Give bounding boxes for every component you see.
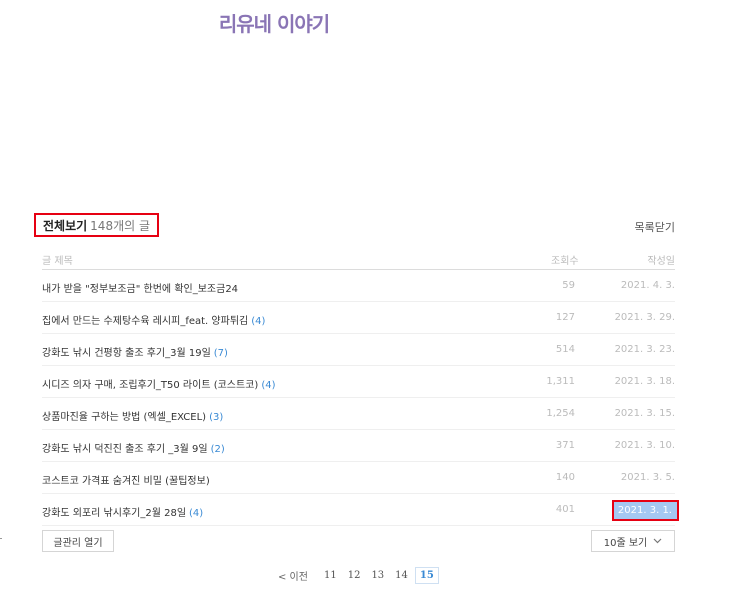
post-views: 140 [555,472,575,483]
post-date: 2021. 3. 15. [614,408,675,419]
rows-per-page-label: 10줄 보기 [603,537,648,549]
post-views: 1,254 [546,408,575,419]
comment-count[interactable]: (4) [261,380,275,391]
table-row: 강화도 외포리 낚시후기_2월 28일 (4) 401 2021. 3. 1. [42,494,679,526]
post-date: 2021. 3. 10. [614,440,675,451]
page-link[interactable]: 12 [348,570,361,581]
post-title[interactable]: 집에서 만드는 수제탕수육 레시피_feat. 양파튀김 [42,316,248,327]
view-all-label[interactable]: 전체보기 [43,217,87,234]
rows-per-page-select[interactable]: 10줄 보기 [591,530,675,552]
post-list: 내가 받을 "정부보조금" 한번에 확인_보조금24 59 2021. 4. 3… [42,270,679,526]
post-views: 514 [555,344,575,355]
post-title-link[interactable]: 강화도 낚시 덕진진 출조 후기 _3월 9일 (2) [42,440,225,455]
post-count: 148개의 글 [90,218,151,233]
post-date-selected: 2021. 3. 1. [611,500,679,521]
post-title[interactable]: 시디즈 의자 구매, 조립후기_T50 라이트 (코스트코) [42,380,258,391]
table-row: 상품마진율 구하는 방법 (엑셀_EXCEL) (3) 1,254 2021. 3… [42,398,675,430]
post-title[interactable]: 코스트코 가격표 숨겨진 비밀 (꿀팁정보) [42,476,210,487]
page-link[interactable]: 11 [324,570,337,581]
post-title-link[interactable]: 집에서 만드는 수제탕수육 레시피_feat. 양파튀김 (4) [42,312,265,327]
table-row: 시디즈 의자 구매, 조립후기_T50 라이트 (코스트코) (4) 1,311 … [42,366,675,398]
blog-title[interactable]: 리유네 이야기 [0,8,548,37]
page-link[interactable]: 14 [395,570,408,581]
post-list-header: 전체보기 148개의 글 목록닫기 [34,213,675,239]
post-date: 2021. 3. 23. [614,344,675,355]
post-views: 127 [555,312,575,323]
post-title[interactable]: 강화도 외포리 낚시후기_2월 28일 [42,508,186,519]
current-page[interactable]: 15 [414,566,439,584]
comment-count[interactable]: (7) [214,348,228,359]
post-date: 2021. 3. 5. [620,472,675,483]
total-posts-box: 전체보기 148개의 글 [34,213,160,237]
table-row: 코스트코 가격표 숨겨진 비밀 (꿀팁정보) 140 2021. 3. 5. [42,462,675,494]
prev-page-link[interactable]: < 이전 [278,568,308,583]
close-list-link[interactable]: 목록닫기 [635,219,675,235]
table-row: 집에서 만드는 수제탕수육 레시피_feat. 양파튀김 (4) 127 2021… [42,302,675,334]
table-row: 내가 받을 "정부보조금" 한번에 확인_보조금24 59 2021. 4. 3… [42,270,675,302]
post-views: 401 [555,504,575,515]
comment-count[interactable]: (2) [211,444,225,455]
post-views: 1,311 [546,376,575,387]
column-views-header: 조회수 [551,256,579,267]
post-title-link[interactable]: 내가 받을 "정부보조금" 한번에 확인_보조금24 [42,280,241,295]
pagination: < 이전 11 12 13 14 15 [278,564,439,586]
post-title-link[interactable]: 상품마진율 구하는 방법 (엑셀_EXCEL) (3) [42,408,223,423]
post-date: 2021. 3. 18. [614,376,675,387]
edge-mark [0,538,2,539]
column-headers: 글 제목 조회수 작성일 [42,247,675,270]
post-title[interactable]: 내가 받을 "정부보조금" 한번에 확인_보조금24 [42,284,238,295]
post-title[interactable]: 강화도 낚시 덕진진 출조 후기 _3월 9일 [42,444,208,455]
page-link[interactable]: 13 [371,570,384,581]
column-title-header: 글 제목 [42,256,73,267]
post-title-link[interactable]: 코스트코 가격표 숨겨진 비밀 (꿀팁정보) [42,472,213,487]
comment-count[interactable]: (4) [189,508,203,519]
comment-count[interactable]: (4) [251,316,265,327]
post-date: 2021. 3. 29. [614,312,675,323]
post-title-link[interactable]: 강화도 외포리 낚시후기_2월 28일 (4) [42,504,203,519]
post-views: 371 [555,440,575,451]
post-views: 59 [562,280,575,291]
table-row: 강화도 낚시 건평항 출조 후기_3월 19일 (7) 514 2021. 3. … [42,334,675,366]
comment-count[interactable]: (3) [209,412,223,423]
column-date-header: 작성일 [647,256,675,267]
table-row: 강화도 낚시 덕진진 출조 후기 _3월 9일 (2) 371 2021. 3. … [42,430,675,462]
post-title-link[interactable]: 강화도 낚시 건평항 출조 후기_3월 19일 (7) [42,344,228,359]
post-title[interactable]: 상품마진율 구하는 방법 (엑셀_EXCEL) [42,412,206,423]
post-title-link[interactable]: 시디즈 의자 구매, 조립후기_T50 라이트 (코스트코) (4) [42,376,275,391]
manage-posts-button[interactable]: 글관리 열기 [42,530,114,552]
chevron-down-icon [653,538,662,544]
post-title[interactable]: 강화도 낚시 건평항 출조 후기_3월 19일 [42,348,211,359]
post-date: 2021. 4. 3. [620,280,675,291]
